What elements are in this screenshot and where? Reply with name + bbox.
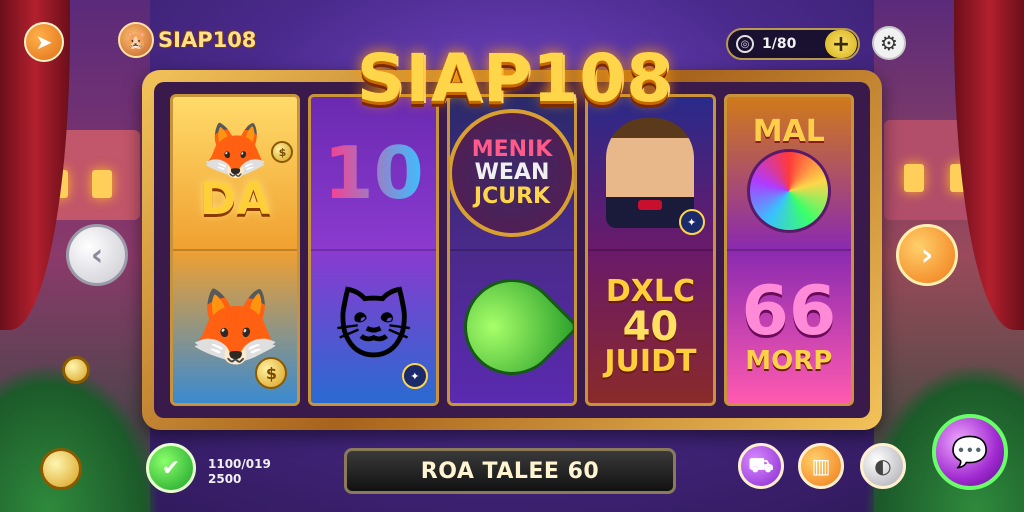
hamster-avatar-icon: 🐹 [118,22,154,58]
fox-mask-icon: 🦊 [189,284,282,370]
man-avatar [606,118,695,228]
add-funds-button[interactable]: + [825,30,857,58]
reel-5-bottom-cell: 66 MORP [727,251,851,403]
reel-4-line-2: 40 [622,304,679,350]
reel-5-bottom-label: MORP [745,346,833,376]
info-icon: ▥ [811,454,831,478]
reel-3-line-2: WEAN [474,160,550,186]
reel-3-bottom-cell [449,251,575,403]
emblem-icon: ✦ [678,209,705,235]
settings-button[interactable]: ⚙ [872,26,906,60]
coin-icon: ◎ [736,35,754,53]
checkmark-icon: ✔ [161,455,181,481]
brand-name: SIAP108 [158,28,257,52]
arrow-back-icon: ➤ [35,30,53,54]
reel-3-line-1: MENIK [471,137,553,163]
action-label: ROA TALEE 60 [420,458,600,484]
plus-icon: + [831,31,851,57]
chevron-right-icon: › [920,237,934,273]
action-bar-button[interactable]: ROA TALEE 60 [344,448,676,494]
green-leaf-icon [449,259,575,395]
reel-5-number: 66 [741,272,837,351]
bet-line-1: 1100/019 [208,457,271,471]
gold-coin-decoration [40,448,82,490]
fox-mask-icon: 🦊 [201,119,269,182]
balance-value: 1/80 [762,36,797,52]
coin-icon: $ [255,357,288,389]
gem-chat-button[interactable]: 💬 [932,414,1008,490]
gold-coin-decoration [62,356,90,384]
reel-4-line-1: DXLC [605,274,695,309]
reel-1: 🦊 DA $ 🦊 $ [170,94,301,406]
sound-icon: ◐ [874,454,892,478]
game-title: SIAP108 [356,40,674,117]
reel-4: ✦ DXLC 40 JUIDT [585,94,716,406]
next-button[interactable]: › [896,224,958,286]
bowtie-icon [638,200,663,210]
swirl-icon [746,148,831,233]
reel-2: 10 🐱 ✦ [308,94,439,406]
auto-spin-button[interactable]: ⛟ [738,443,784,489]
coin-icon: $ [271,141,294,163]
chat-bubble-icon: 💬 [951,434,989,470]
gear-icon: ⚙ [880,31,898,55]
reel-1-bottom-cell: 🦊 $ [173,251,297,403]
reel-4-line-3: JUIDT [604,344,697,379]
reel-3-line-3: JCURK [473,183,551,209]
bet-line-2: 2500 [208,472,242,486]
paytable-button[interactable]: ▥ [798,443,844,489]
reel-2-top-cell: 10 [311,97,436,251]
emblem-icon: ✦ [401,363,428,389]
previous-button[interactable]: ‹ [66,224,128,286]
reel-3-top-cell: MENIK WEAN JCURK [449,97,575,251]
reel-5: MAL 66 MORP [723,94,855,406]
bet-info: 1100/019 2500 [208,457,271,487]
reel-2-top-label: 10 [323,131,424,215]
reel-4-top-cell: ✦ [588,97,713,251]
reel-4-bottom-cell: DXLC 40 JUIDT [588,251,712,403]
cat-icon: 🐱 [335,284,413,370]
spin-button[interactable]: ✔ [146,443,196,493]
sound-button[interactable]: ◐ [860,443,906,489]
reel-5-top-label: MAL [752,113,825,149]
reel-5-top-cell: MAL [726,97,852,251]
menik-badge: MENIK WEAN JCURK [449,109,575,237]
plant-left [0,362,160,512]
reel-3: MENIK WEAN JCURK [446,94,578,406]
reel-1-top-label: DA [199,174,271,225]
reel-2-bottom-cell: 🐱 ✦ [311,251,435,403]
brand: 🐹 SIAP108 [118,22,256,58]
reels-container: 🦊 DA $ 🦊 $ 10 🐱 ✦ MENIK WEAN JCURK ✦ DXL… [154,82,870,418]
car-icon: ⛟ [748,452,774,477]
reel-1-top-cell: 🦊 DA $ [173,97,298,251]
slot-frame: 🦊 DA $ 🦊 $ 10 🐱 ✦ MENIK WEAN JCURK ✦ DXL… [142,70,882,430]
chevron-left-icon: ‹ [90,237,104,273]
balance-pill: ◎ 1/80 + [726,28,860,60]
back-button[interactable]: ➤ [24,22,64,62]
